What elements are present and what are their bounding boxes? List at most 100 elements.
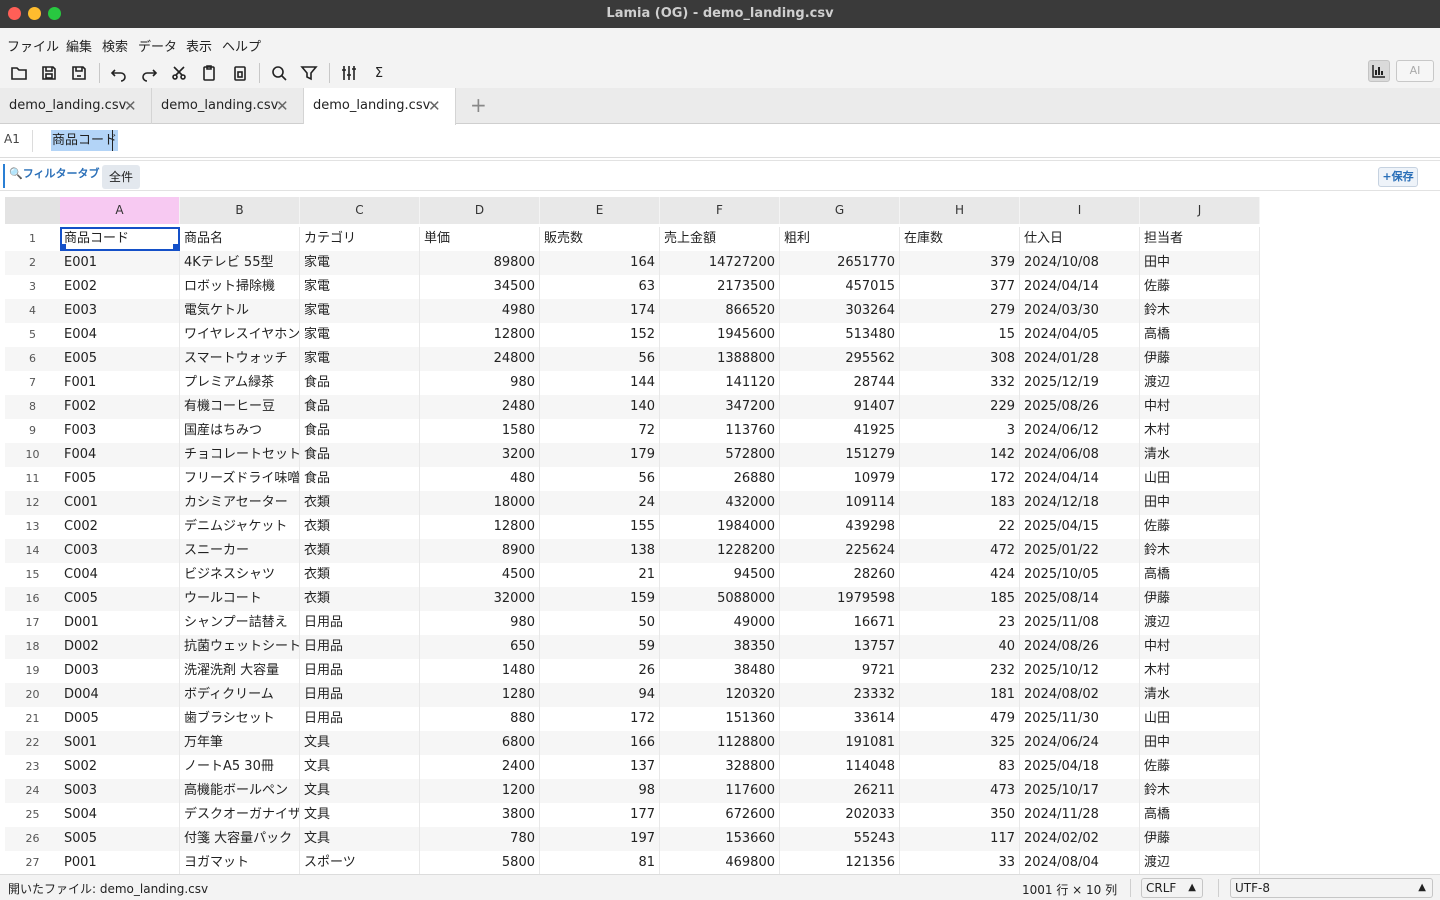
table-cell[interactable]: 抗菌ウェットシート xyxy=(180,635,300,659)
table-cell[interactable]: 国産はちみつ xyxy=(180,419,300,443)
table-cell[interactable]: 文具 xyxy=(300,755,420,779)
table-cell[interactable]: ボディクリーム xyxy=(180,683,300,707)
table-cell[interactable]: C003 xyxy=(60,539,180,563)
row-number[interactable]: 7 xyxy=(5,371,60,395)
table-cell[interactable]: ノートA5 30冊 xyxy=(180,755,300,779)
table-cell[interactable]: 5800 xyxy=(420,851,540,874)
table-cell[interactable]: 138 xyxy=(540,539,660,563)
table-cell[interactable]: 151360 xyxy=(660,707,780,731)
table-cell[interactable]: P001 xyxy=(60,851,180,874)
table-cell[interactable]: 332 xyxy=(900,371,1020,395)
menu-file[interactable]: ファイル xyxy=(7,36,59,55)
table-cell[interactable]: デニムジャケット xyxy=(180,515,300,539)
table-cell[interactable]: 177 xyxy=(540,803,660,827)
table-cell[interactable]: 439298 xyxy=(780,515,900,539)
table-cell[interactable]: ヨガマット xyxy=(180,851,300,874)
table-cell[interactable]: 479 xyxy=(900,707,1020,731)
table-cell[interactable]: 113760 xyxy=(660,419,780,443)
table-cell[interactable]: 佐藤 xyxy=(1140,755,1260,779)
table-cell[interactable]: 中村 xyxy=(1140,395,1260,419)
redo-icon[interactable] xyxy=(138,62,160,84)
table-cell[interactable]: 日用品 xyxy=(300,659,420,683)
column-header-d[interactable]: D xyxy=(420,197,540,224)
table-cell[interactable]: カテゴリ xyxy=(300,227,420,251)
table-cell[interactable]: 780 xyxy=(420,827,540,851)
table-cell[interactable]: 153660 xyxy=(660,827,780,851)
table-cell[interactable]: 売上金額 xyxy=(660,227,780,251)
table-cell[interactable]: 56 xyxy=(540,467,660,491)
table-cell[interactable]: 18000 xyxy=(420,491,540,515)
table-cell[interactable]: 21 xyxy=(540,563,660,587)
table-cell[interactable]: 980 xyxy=(420,611,540,635)
table-cell[interactable]: F005 xyxy=(60,467,180,491)
table-cell[interactable]: 家電 xyxy=(300,275,420,299)
table-cell[interactable]: 114048 xyxy=(780,755,900,779)
table-cell[interactable]: 137 xyxy=(540,755,660,779)
table-cell[interactable]: 万年筆 xyxy=(180,731,300,755)
row-number[interactable]: 18 xyxy=(5,635,60,659)
table-cell[interactable]: 洗濯洗剤 大容量 xyxy=(180,659,300,683)
table-cell[interactable]: 295562 xyxy=(780,347,900,371)
table-cell[interactable]: 伊藤 xyxy=(1140,347,1260,371)
row-number[interactable]: 26 xyxy=(5,827,60,851)
search-icon[interactable] xyxy=(268,62,290,84)
table-cell[interactable]: S002 xyxy=(60,755,180,779)
table-cell[interactable]: 151279 xyxy=(780,443,900,467)
table-cell[interactable]: 28744 xyxy=(780,371,900,395)
table-cell[interactable]: 377 xyxy=(900,275,1020,299)
table-cell[interactable]: 清水 xyxy=(1140,443,1260,467)
table-cell[interactable]: プレミアム緑茶 xyxy=(180,371,300,395)
tab-2[interactable]: demo_landing.csv ✕ xyxy=(152,88,304,124)
table-cell[interactable]: 1388800 xyxy=(660,347,780,371)
table-cell[interactable]: 清水 xyxy=(1140,683,1260,707)
column-header-c[interactable]: C xyxy=(300,197,420,224)
close-tab-icon[interactable]: ✕ xyxy=(276,97,289,115)
table-cell[interactable]: ウールコート xyxy=(180,587,300,611)
column-header-f[interactable]: F xyxy=(660,197,780,224)
table-cell[interactable]: 8900 xyxy=(420,539,540,563)
folder-open-icon[interactable] xyxy=(8,62,30,84)
table-cell[interactable]: 379 xyxy=(900,251,1020,275)
table-cell[interactable]: 202033 xyxy=(780,803,900,827)
table-cell[interactable]: 2024/11/28 xyxy=(1020,803,1140,827)
table-cell[interactable]: 179 xyxy=(540,443,660,467)
table-cell[interactable]: 191081 xyxy=(780,731,900,755)
row-number[interactable]: 27 xyxy=(5,851,60,874)
table-cell[interactable]: 田中 xyxy=(1140,491,1260,515)
table-cell[interactable]: 2024/08/02 xyxy=(1020,683,1140,707)
table-cell[interactable]: 鈴木 xyxy=(1140,539,1260,563)
row-number[interactable]: 1 xyxy=(5,227,60,251)
table-cell[interactable]: 152 xyxy=(540,323,660,347)
table-cell[interactable]: 23332 xyxy=(780,683,900,707)
table-cell[interactable]: フリーズドライ味噌汁 xyxy=(180,467,300,491)
table-cell[interactable]: 2480 xyxy=(420,395,540,419)
table-cell[interactable]: 183 xyxy=(900,491,1020,515)
menu-edit[interactable]: 編集 xyxy=(66,36,92,55)
table-cell[interactable]: D001 xyxy=(60,611,180,635)
table-cell[interactable]: 142 xyxy=(900,443,1020,467)
table-cell[interactable]: 866520 xyxy=(660,299,780,323)
menu-view[interactable]: 表示 xyxy=(186,36,212,55)
table-cell[interactable]: S001 xyxy=(60,731,180,755)
table-cell[interactable]: 174 xyxy=(540,299,660,323)
row-number[interactable]: 5 xyxy=(5,323,60,347)
table-cell[interactable]: 渡辺 xyxy=(1140,371,1260,395)
line-ending-select[interactable]: CRLF ▲ xyxy=(1141,878,1203,898)
table-cell[interactable]: 81 xyxy=(540,851,660,874)
table-cell[interactable]: 日用品 xyxy=(300,635,420,659)
table-cell[interactable]: 商品名 xyxy=(180,227,300,251)
table-cell[interactable]: 高橋 xyxy=(1140,323,1260,347)
table-cell[interactable]: 3800 xyxy=(420,803,540,827)
table-cell[interactable]: 6800 xyxy=(420,731,540,755)
table-cell[interactable]: 2024/06/12 xyxy=(1020,419,1140,443)
table-cell[interactable]: 16671 xyxy=(780,611,900,635)
table-cell[interactable]: 480 xyxy=(420,467,540,491)
table-cell[interactable]: 食品 xyxy=(300,467,420,491)
table-cell[interactable]: 2024/10/08 xyxy=(1020,251,1140,275)
table-cell[interactable]: 仕入日 xyxy=(1020,227,1140,251)
table-cell[interactable]: 325 xyxy=(900,731,1020,755)
table-cell[interactable]: 22 xyxy=(900,515,1020,539)
table-cell[interactable]: 24800 xyxy=(420,347,540,371)
table-cell[interactable]: 山田 xyxy=(1140,707,1260,731)
table-cell[interactable]: 山田 xyxy=(1140,467,1260,491)
